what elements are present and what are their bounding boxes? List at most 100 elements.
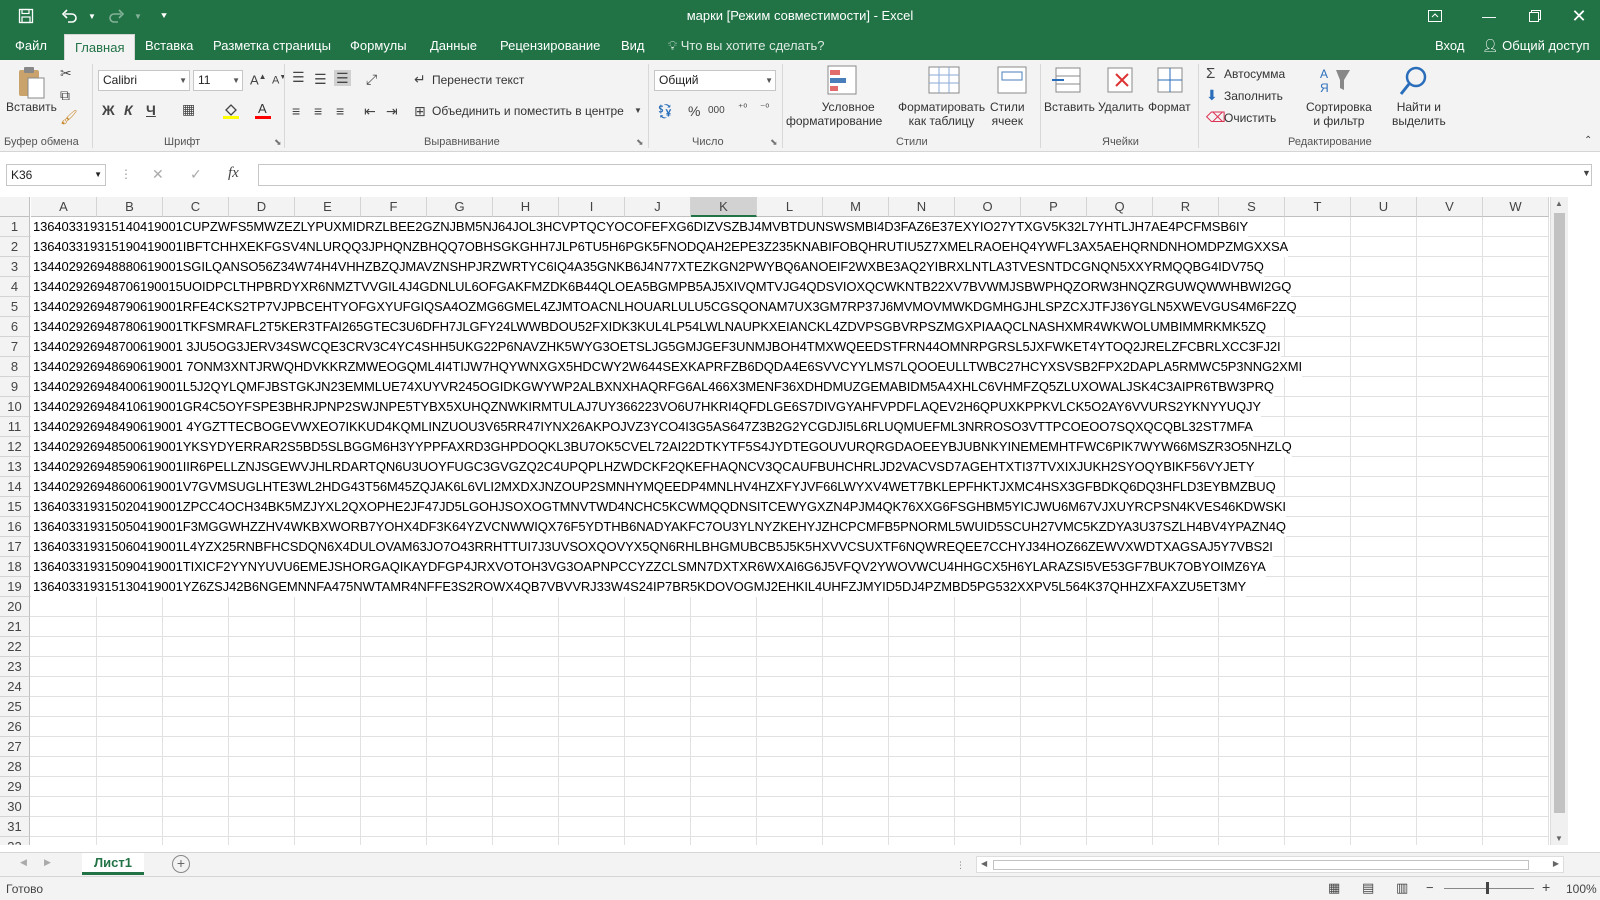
- row-header[interactable]: 28: [0, 757, 30, 777]
- column-header-h[interactable]: H: [493, 197, 559, 217]
- row-header[interactable]: 20: [0, 597, 30, 617]
- scroll-down-icon[interactable]: ▼: [1555, 834, 1563, 843]
- vertical-scroll-thumb[interactable]: [1554, 213, 1565, 813]
- column-header-e[interactable]: E: [295, 197, 361, 217]
- format-as-table-icon[interactable]: [926, 64, 962, 98]
- sign-in-link[interactable]: Вход: [1425, 32, 1474, 60]
- tab-formulas[interactable]: Формулы: [340, 32, 417, 60]
- sheet-tab-list1[interactable]: Лист1: [82, 853, 144, 875]
- column-header-s[interactable]: S: [1219, 197, 1285, 217]
- font-name-select[interactable]: Calibri ▼: [98, 70, 190, 91]
- row-header[interactable]: 26: [0, 717, 30, 737]
- cancel-entry-icon[interactable]: ✕: [152, 167, 164, 181]
- cell-a[interactable]: 134402926948600619001V7GVMSUGLHTE3WL2HDG…: [31, 477, 1276, 497]
- page-layout-view-icon[interactable]: ▤: [1362, 880, 1374, 896]
- column-header-l[interactable]: L: [757, 197, 823, 217]
- row-header[interactable]: 3: [0, 257, 30, 277]
- column-header-a[interactable]: A: [31, 197, 97, 217]
- row-header[interactable]: 5: [0, 297, 30, 317]
- row-header[interactable]: 24: [0, 677, 30, 697]
- autosum-icon[interactable]: Σ: [1206, 66, 1215, 81]
- row-header[interactable]: 9: [0, 377, 30, 397]
- paste-button[interactable]: Вставить: [6, 100, 57, 114]
- align-middle-icon[interactable]: ☰: [314, 72, 327, 86]
- cell-styles-button[interactable]: Стили ячеек: [990, 100, 1025, 128]
- column-header-c[interactable]: C: [163, 197, 229, 217]
- row-header[interactable]: 30: [0, 797, 30, 817]
- row-header[interactable]: 32: [0, 837, 30, 845]
- column-header-b[interactable]: B: [97, 197, 163, 217]
- tab-split-handle-icon[interactable]: ⋮: [956, 860, 965, 871]
- column-header-w[interactable]: W: [1483, 197, 1549, 217]
- row-header[interactable]: 2: [0, 237, 30, 257]
- delete-cells-icon[interactable]: [1102, 64, 1138, 98]
- normal-view-icon[interactable]: ▦: [1328, 880, 1340, 896]
- row-header[interactable]: 6: [0, 317, 30, 337]
- minimize-icon[interactable]: —: [1466, 0, 1512, 32]
- vertical-scrollbar[interactable]: ▲ ▼: [1550, 197, 1568, 845]
- find-select-icon[interactable]: [1396, 64, 1432, 98]
- row-header[interactable]: 19: [0, 577, 30, 597]
- column-header-g[interactable]: G: [427, 197, 493, 217]
- sort-filter-icon[interactable]: АЯ: [1318, 64, 1354, 98]
- cell-a[interactable]: 134402926948490619001 4YGZTTECBOGEVWXEO7…: [31, 417, 1253, 437]
- row-header[interactable]: 18: [0, 557, 30, 577]
- sort-filter-button[interactable]: Сортировка и фильтр: [1306, 100, 1372, 128]
- number-dialog-launcher-icon[interactable]: ⬊: [770, 138, 778, 147]
- fill-down-icon[interactable]: ⬇: [1206, 88, 1218, 102]
- increase-indent-icon[interactable]: ⇥: [386, 104, 398, 118]
- cell-a[interactable]: 136403319315020419001ZPCC4OCH34BK5MZJYXL…: [31, 497, 1286, 517]
- align-bottom-icon[interactable]: ☰: [334, 70, 351, 86]
- format-as-table-button[interactable]: Форматировать как таблицу: [898, 100, 985, 128]
- row-header[interactable]: 15: [0, 497, 30, 517]
- cell-a[interactable]: 136403319315090419001TIXICF2YYNYUVU6EMEJ…: [31, 557, 1266, 577]
- font-color-icon[interactable]: A: [254, 101, 272, 121]
- font-size-select[interactable]: 11 ▼: [193, 70, 243, 91]
- borders-icon[interactable]: ▦: [182, 102, 195, 116]
- row-header[interactable]: 12: [0, 437, 30, 457]
- cell-a[interactable]: 134402926948590619001IIR6PELLZNJSGEWVJHL…: [31, 457, 1255, 477]
- column-header-d[interactable]: D: [229, 197, 295, 217]
- cell-a[interactable]: 134402926948790619001RFE4CKS2TP7VJPBCEHT…: [31, 297, 1297, 317]
- cell-a[interactable]: 136403319315060419001L4YZX25RNBFHCSDQN6X…: [31, 537, 1273, 557]
- tab-view[interactable]: Вид: [611, 32, 655, 60]
- horizontal-scroll-thumb[interactable]: [993, 860, 1529, 870]
- share-button[interactable]: 👤︎ Общий доступ: [1472, 32, 1599, 60]
- scroll-up-icon[interactable]: ▲: [1555, 199, 1563, 208]
- restore-icon[interactable]: [1512, 0, 1558, 32]
- percent-icon[interactable]: %: [688, 104, 700, 118]
- row-header[interactable]: 22: [0, 637, 30, 657]
- conditional-formatting-icon[interactable]: [824, 64, 860, 98]
- next-sheet-icon[interactable]: ▶: [44, 857, 51, 868]
- page-break-view-icon[interactable]: ▥: [1396, 880, 1408, 896]
- add-sheet-icon[interactable]: +: [172, 855, 190, 873]
- decrease-indent-icon[interactable]: ⇤: [364, 104, 376, 118]
- scroll-left-icon[interactable]: ◀: [981, 859, 987, 868]
- cell-a[interactable]: 134402926948500619001YKSYDYERRAR2S5BD5SL…: [31, 437, 1292, 457]
- tab-insert[interactable]: Вставка: [135, 32, 203, 60]
- alignment-dialog-launcher-icon[interactable]: ⬊: [636, 138, 644, 147]
- row-header[interactable]: 1: [0, 217, 30, 237]
- column-header-i[interactable]: I: [559, 197, 625, 217]
- cut-icon[interactable]: ✂: [60, 66, 72, 80]
- currency-format-icon[interactable]: 💱︎: [656, 104, 674, 118]
- tab-home[interactable]: Главная: [64, 34, 136, 60]
- cell-styles-icon[interactable]: [994, 64, 1030, 98]
- row-header[interactable]: 25: [0, 697, 30, 717]
- column-header-f[interactable]: F: [361, 197, 427, 217]
- format-cells-button[interactable]: Формат: [1148, 100, 1191, 114]
- column-header-p[interactable]: P: [1021, 197, 1087, 217]
- column-header-k[interactable]: K: [691, 197, 757, 217]
- clear-button[interactable]: Очистить: [1224, 111, 1276, 125]
- delete-cells-button[interactable]: Удалить: [1098, 100, 1144, 114]
- italic-button[interactable]: К: [124, 103, 133, 117]
- wrap-text-icon[interactable]: ↵: [414, 72, 426, 86]
- column-header-u[interactable]: U: [1351, 197, 1417, 217]
- row-header[interactable]: 14: [0, 477, 30, 497]
- close-icon[interactable]: ✕: [1556, 0, 1600, 32]
- row-header[interactable]: 16: [0, 517, 30, 537]
- row-header[interactable]: 11: [0, 417, 30, 437]
- align-center-icon[interactable]: ≡: [314, 104, 322, 118]
- merge-center-button[interactable]: Объединить и поместить в центре: [432, 104, 624, 118]
- format-cells-icon[interactable]: [1152, 64, 1188, 98]
